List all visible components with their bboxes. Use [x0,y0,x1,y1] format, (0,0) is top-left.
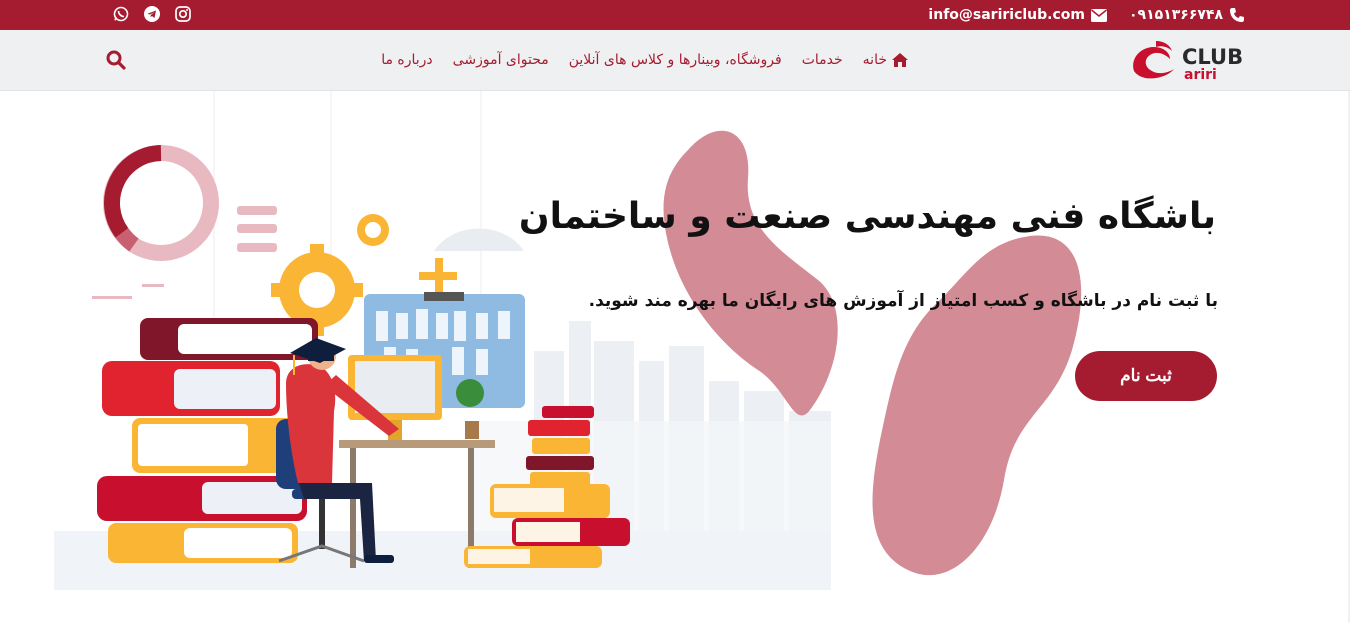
whatsapp-icon[interactable] [113,6,129,22]
gear-small-icon [357,214,389,246]
nav-item-label: درباره ما [381,52,433,68]
phone-number: ۰۹۱۵۱۳۶۶۷۴۸ [1129,7,1223,23]
nav-item-about[interactable]: درباره ما [381,52,432,68]
phone-link[interactable]: ۰۹۱۵۱۳۶۶۷۴۸ [1129,7,1245,23]
contact-info: ۰۹۱۵۱۳۶۶۷۴۸ info@saririclub.com [928,0,1245,30]
nav-item-label: محتوای آموزشی [452,52,549,68]
nav-item-label: خانه [862,52,887,68]
email-link[interactable]: info@saririclub.com [928,7,1107,23]
email-address: info@saririclub.com [928,7,1085,23]
search-icon[interactable] [106,50,126,70]
site-logo[interactable]: CLUB ariri [1130,37,1243,83]
nav-item-label: خدمات [801,52,843,68]
phone-icon [1230,8,1244,22]
nav-item-services[interactable]: خدمات [802,52,843,68]
social-links [113,6,191,22]
donut-decoration [103,145,219,261]
main-navbar: CLUB ariri خانه خدمات فروشگاه، وبینارها … [0,30,1350,91]
envelope-icon [1091,8,1107,22]
logo-club-text: CLUB [1182,45,1242,69]
nav-item-label: فروشگاه، وبینارها و کلاس های آنلاین [568,52,782,68]
hero-subtitle: با ثبت نام در باشگاه و کسب امتیاز از آمو… [588,291,1218,311]
nav-item-shop[interactable]: فروشگاه، وبینارها و کلاس های آنلاین [569,52,782,68]
top-bar: ۰۹۱۵۱۳۶۶۷۴۸ info@saririclub.com [0,0,1350,30]
hero-title: باشگاه فنی مهندسی صنعت و ساختمان [518,196,1216,237]
nav-item-content[interactable]: محتوای آموزشی [453,52,549,68]
nav-item-home[interactable]: خانه [863,52,908,68]
main-menu: خانه خدمات فروشگاه، وبینارها و کلاس های … [381,30,908,90]
hero-blob-decoration [640,120,1110,580]
telegram-icon[interactable] [144,6,160,22]
instagram-icon[interactable] [175,6,191,22]
logo-ariri-text: ariri [1184,67,1217,83]
home-icon [892,53,908,67]
register-button[interactable]: ثبت نام [1075,351,1217,401]
